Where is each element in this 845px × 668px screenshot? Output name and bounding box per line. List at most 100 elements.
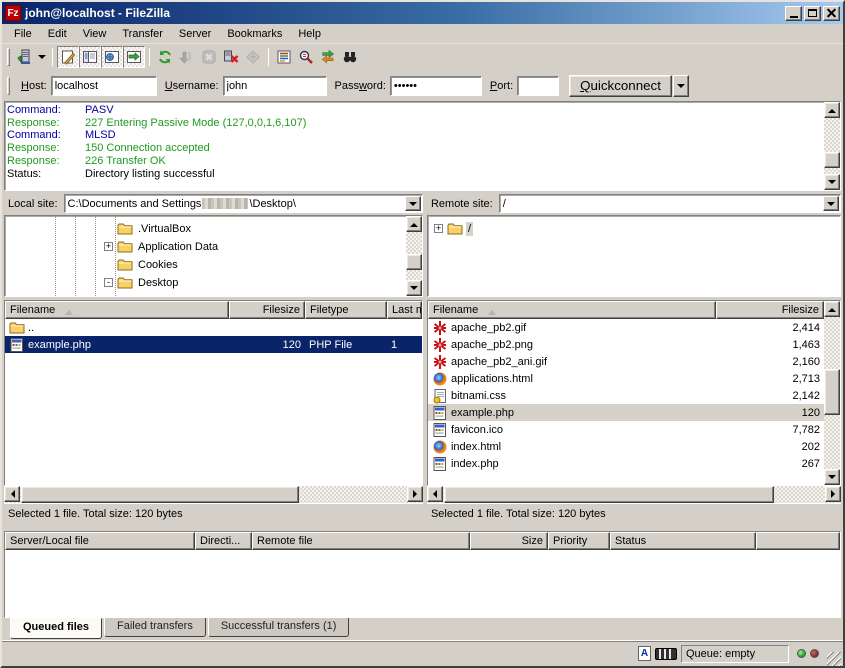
collapse-minus-icon[interactable]: - [104,278,113,287]
local-list-body: .. example.php 120 PHP File 1 [5,319,422,485]
menu-transfer[interactable]: Transfer [114,26,171,42]
scroll-down-button[interactable] [824,469,840,485]
menu-server[interactable]: Server [171,26,219,42]
quickconnect-dropdown[interactable] [673,75,689,97]
file-row-parent-dir[interactable]: .. [5,319,422,336]
file-row[interactable]: index.html 202 [428,438,824,455]
file-row[interactable]: applications.html 2,713 [428,370,824,387]
synchronized-browsing-button[interactable] [317,46,339,68]
port-input[interactable] [517,76,559,96]
column-header-filetype[interactable]: Filetype [305,301,387,319]
minimize-button[interactable] [785,6,802,21]
menu-edit[interactable]: Edit [40,26,75,42]
quickconnect-button[interactable]: Quickconnect [569,75,672,97]
scroll-thumb[interactable] [406,254,422,270]
file-row[interactable]: apache_pb2.png 1,463 [428,336,824,353]
remote-site-dropdown[interactable] [823,196,839,211]
column-header-server-local-file[interactable]: Server/Local file [5,532,195,550]
menu-help[interactable]: Help [290,26,329,42]
column-header-last-modified[interactable]: Last modified [387,301,422,319]
column-header-direction[interactable]: Directi... [195,532,252,550]
scroll-thumb[interactable] [21,486,299,503]
tree-item-root[interactable]: + / [434,220,473,237]
scroll-up-button[interactable] [406,216,422,232]
toolbar [2,44,843,70]
tab-failed-transfers[interactable]: Failed transfers [104,618,206,637]
directory-filters-button[interactable] [273,46,295,68]
scroll-right-button[interactable] [825,486,841,502]
file-row[interactable]: index.php 267 [428,455,824,472]
disconnect-button[interactable] [220,46,242,68]
toggle-local-tree-button[interactable] [79,46,101,68]
column-header-filesize[interactable]: Filesize [716,301,824,319]
tree-item-application-data[interactable]: + Application Data [104,238,220,255]
file-row[interactable]: apache_pb2.gif 2,414 [428,319,824,336]
toggle-transfer-queue-button[interactable] [123,46,145,68]
file-row[interactable]: apache_pb2_ani.gif 2,160 [428,353,824,370]
tree-item-virtualbox[interactable]: .VirtualBox [117,220,193,237]
site-manager-button[interactable] [13,46,35,68]
expand-plus-icon[interactable]: + [104,242,113,251]
column-header-filename[interactable]: Filename [428,301,716,319]
local-horizontal-scrollbar[interactable] [4,486,423,503]
icon-file-icon [432,422,448,438]
column-header-status[interactable]: Status [610,532,756,550]
username-input[interactable] [223,76,327,96]
folder-icon [117,275,133,291]
title-bar[interactable]: Fz john@localhost - FileZilla [2,2,843,24]
tab-queued-files[interactable]: Queued files [10,618,102,639]
file-row[interactable]: bitnami.css 2,142 [428,387,824,404]
log-line: Response:227 Entering Passive Mode (127,… [7,117,822,130]
window-title: john@localhost - FileZilla [25,6,783,20]
scroll-right-button[interactable] [407,486,423,502]
toggle-message-log-button[interactable] [57,46,79,68]
scroll-left-button[interactable] [427,486,443,502]
password-input[interactable] [390,76,482,96]
menu-view[interactable]: View [75,26,115,42]
host-input[interactable] [51,76,157,96]
scroll-down-button[interactable] [824,174,840,190]
column-header-remote-file[interactable]: Remote file [252,532,470,550]
scroll-thumb[interactable] [824,369,840,415]
file-row[interactable]: favicon.ico 7,782 [428,421,824,438]
tree-item-cookies[interactable]: Cookies [117,256,180,273]
triangle-down-icon [410,286,418,294]
tab-successful-transfers[interactable]: Successful transfers (1) [208,618,350,637]
maximize-button[interactable] [804,6,821,21]
menu-bookmarks[interactable]: Bookmarks [219,26,290,42]
queue-body[interactable] [5,550,840,617]
remote-list-scrollbar[interactable] [824,301,840,485]
directory-comparison-button[interactable] [295,46,317,68]
minimize-icon [790,16,798,18]
column-header-filesize[interactable]: Filesize [229,301,305,319]
local-tree-scrollbar[interactable] [406,216,422,296]
scroll-up-button[interactable] [824,102,840,118]
scroll-thumb[interactable] [824,152,840,168]
column-header-priority[interactable]: Priority [548,532,610,550]
local-site-combobox[interactable]: C:\Documents and Settings\Desktop\ [64,194,423,213]
site-manager-dropdown[interactable] [35,46,48,68]
toolbar-grip[interactable] [7,48,10,66]
column-header-filename[interactable]: Filename [5,301,229,319]
menu-file[interactable]: File [6,26,40,42]
quickconnect-grip[interactable] [7,77,10,95]
file-row-example-php-selected[interactable]: example.php 120 PHP File 1 [5,336,422,353]
find-files-button[interactable] [339,46,361,68]
log-vertical-scrollbar[interactable] [824,102,840,190]
remote-site-combobox[interactable]: / [499,194,841,213]
remote-horizontal-scrollbar[interactable] [427,486,841,503]
column-header-size[interactable]: Size [470,532,548,550]
tree-item-desktop[interactable]: - Desktop [104,274,180,291]
scroll-left-button[interactable] [4,486,20,502]
local-site-dropdown[interactable] [405,196,421,211]
refresh-button[interactable] [154,46,176,68]
close-button[interactable] [823,6,840,21]
file-row-example-php-selected[interactable]: example.php 120 [428,404,824,421]
toggle-remote-tree-button[interactable] [101,46,123,68]
scroll-down-button[interactable] [406,280,422,296]
scroll-thumb[interactable] [444,486,774,503]
expand-plus-icon[interactable]: + [434,224,443,233]
status-bar: A Queue: empty [2,640,843,666]
scroll-up-button[interactable] [824,301,840,317]
resize-grip[interactable] [827,652,841,666]
